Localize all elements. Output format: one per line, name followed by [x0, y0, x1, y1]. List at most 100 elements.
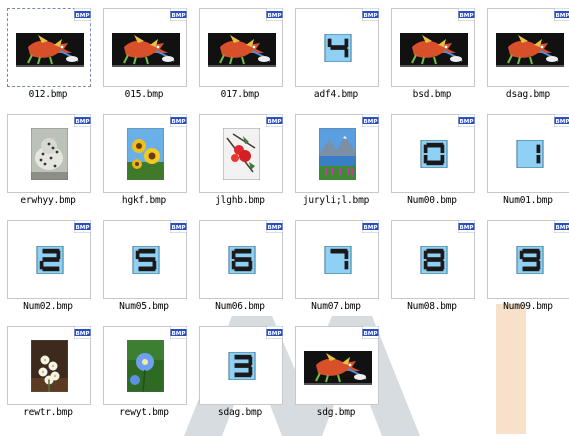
- file-type-badge-text: BMP: [76, 119, 90, 125]
- bmp-file-type-icon: BMP: [266, 326, 283, 339]
- bmp-file-type-icon: BMP: [554, 114, 569, 127]
- file-thumbnail[interactable]: BMP: [103, 326, 187, 405]
- file-thumbnail[interactable]: BMP: [103, 8, 187, 87]
- file-item[interactable]: BMP Num05.bmp: [96, 212, 192, 312]
- bmp-file-type-icon: BMP: [170, 220, 187, 233]
- sunflower-photo-image: [127, 128, 164, 180]
- digit-7-image: [323, 246, 353, 274]
- file-item[interactable]: BMP dsag.bmp: [480, 0, 569, 100]
- dragon-art-image: [112, 33, 180, 67]
- digit-3-image: [227, 352, 257, 380]
- file-name: 017.bmp: [188, 89, 292, 100]
- file-type-badge-text: BMP: [268, 13, 282, 19]
- file-item[interactable]: BMP Num00.bmp: [384, 106, 480, 206]
- file-thumbnail[interactable]: BMP: [7, 326, 91, 405]
- digit-segment: [424, 145, 428, 153]
- file-thumbnail[interactable]: BMP: [391, 114, 475, 193]
- file-name: jlghb.bmp: [188, 195, 292, 206]
- file-item[interactable]: BMP Num07.bmp: [288, 212, 384, 312]
- file-type-badge-text: BMP: [268, 119, 282, 125]
- digit-segment: [424, 261, 428, 269]
- bmp-file-type-icon: BMP: [554, 8, 569, 21]
- bmp-file-type-icon: BMP: [362, 114, 379, 127]
- file-type-badge-text: BMP: [172, 13, 186, 19]
- file-thumbnail[interactable]: BMP: [487, 220, 569, 299]
- file-thumbnail[interactable]: BMP: [7, 114, 91, 193]
- file-item[interactable]: BMP jlghb.bmp: [192, 106, 288, 206]
- bmp-file-type-icon: BMP: [170, 114, 187, 127]
- bmp-file-type-icon: BMP: [266, 8, 283, 21]
- file-item[interactable]: BMP erwhyy.bmp: [0, 106, 96, 206]
- file-item[interactable]: BMP 015.bmp: [96, 0, 192, 100]
- file-thumbnail[interactable]: BMP: [7, 220, 91, 299]
- file-name: sdg.bmp: [284, 407, 388, 418]
- digit-segment: [427, 161, 444, 166]
- file-thumbnail[interactable]: BMP: [487, 114, 569, 193]
- file-type-badge-text: BMP: [364, 225, 378, 231]
- file-type-badge-text: BMP: [268, 225, 282, 231]
- file-thumbnail[interactable]: BMP: [199, 220, 283, 299]
- file-thumbnail[interactable]: BMP: [199, 114, 283, 193]
- file-item[interactable]: BMP bsd.bmp: [384, 0, 480, 100]
- file-type-badge-text: BMP: [556, 13, 569, 19]
- file-item[interactable]: BMP Num02.bmp: [0, 212, 96, 312]
- white-flowers-photo-image: [31, 340, 68, 392]
- file-item[interactable]: BMP 012.bmp: [0, 0, 96, 100]
- file-name: rewyt.bmp: [92, 407, 196, 418]
- file-item[interactable]: BMP 017.bmp: [192, 0, 288, 100]
- file-name: bsd.bmp: [380, 89, 484, 100]
- file-thumbnail[interactable]: BMP: [103, 220, 187, 299]
- digit-6-image: [227, 246, 257, 274]
- file-thumbnail[interactable]: BMP: [295, 8, 379, 87]
- file-type-badge-text: BMP: [76, 13, 90, 19]
- digit-1-image: [515, 140, 545, 168]
- dragon-art-image: [496, 33, 564, 67]
- file-type-badge-text: BMP: [172, 119, 186, 125]
- bmp-file-type-icon: BMP: [362, 8, 379, 21]
- file-thumbnail[interactable]: BMP: [391, 220, 475, 299]
- file-thumbnail[interactable]: BMP: [487, 8, 569, 87]
- digit-segment: [235, 249, 252, 254]
- file-type-badge-text: BMP: [364, 13, 378, 19]
- file-item[interactable]: BMP Num06.bmp: [192, 212, 288, 312]
- digit-8-image: [419, 246, 449, 274]
- file-type-badge-text: BMP: [268, 331, 282, 337]
- bmp-file-type-icon: BMP: [170, 326, 187, 339]
- digit-segment: [43, 257, 60, 262]
- file-item[interactable]: BMP adf4.bmp: [288, 0, 384, 100]
- file-type-badge-text: BMP: [364, 331, 378, 337]
- file-item[interactable]: BMP sdg.bmp: [288, 318, 384, 418]
- bmp-file-type-icon: BMP: [74, 8, 91, 21]
- file-thumbnail[interactable]: BMP: [103, 114, 187, 193]
- file-type-badge-text: BMP: [76, 225, 90, 231]
- digit-segment: [345, 251, 349, 259]
- file-name: Num02.bmp: [0, 301, 100, 312]
- file-item[interactable]: BMP juryli;l.bmp: [288, 106, 384, 206]
- file-type-badge-text: BMP: [460, 225, 474, 231]
- file-name: Num07.bmp: [284, 301, 388, 312]
- file-item[interactable]: BMP rewtr.bmp: [0, 318, 96, 418]
- file-type-badge-text: BMP: [172, 331, 186, 337]
- dragon-art-image: [208, 33, 276, 67]
- file-item[interactable]: BMP hgkf.bmp: [96, 106, 192, 206]
- dragon-art-image: [304, 351, 372, 385]
- file-name: Num08.bmp: [380, 301, 484, 312]
- file-item[interactable]: BMP Num08.bmp: [384, 212, 480, 312]
- file-name: Num09.bmp: [476, 301, 569, 312]
- file-item[interactable]: BMP rewyt.bmp: [96, 318, 192, 418]
- bmp-file-type-icon: BMP: [74, 114, 91, 127]
- file-item[interactable]: BMP Num09.bmp: [480, 212, 569, 312]
- file-type-badge-text: BMP: [460, 13, 474, 19]
- file-thumbnail[interactable]: BMP: [295, 326, 379, 405]
- file-thumbnail[interactable]: BMP: [199, 326, 283, 405]
- file-thumbnail[interactable]: BMP: [199, 8, 283, 87]
- digit-segment: [537, 155, 541, 163]
- file-item[interactable]: BMP Num01.bmp: [480, 106, 569, 206]
- file-item[interactable]: BMP sdag.bmp: [192, 318, 288, 418]
- file-thumbnail[interactable]: BMP: [391, 8, 475, 87]
- file-type-badge-text: BMP: [364, 119, 378, 125]
- file-thumbnail[interactable]: BMP: [295, 114, 379, 193]
- file-thumbnail[interactable]: BMP: [295, 220, 379, 299]
- digit-segment: [523, 267, 540, 272]
- file-thumbnail[interactable]: BMP: [7, 8, 91, 87]
